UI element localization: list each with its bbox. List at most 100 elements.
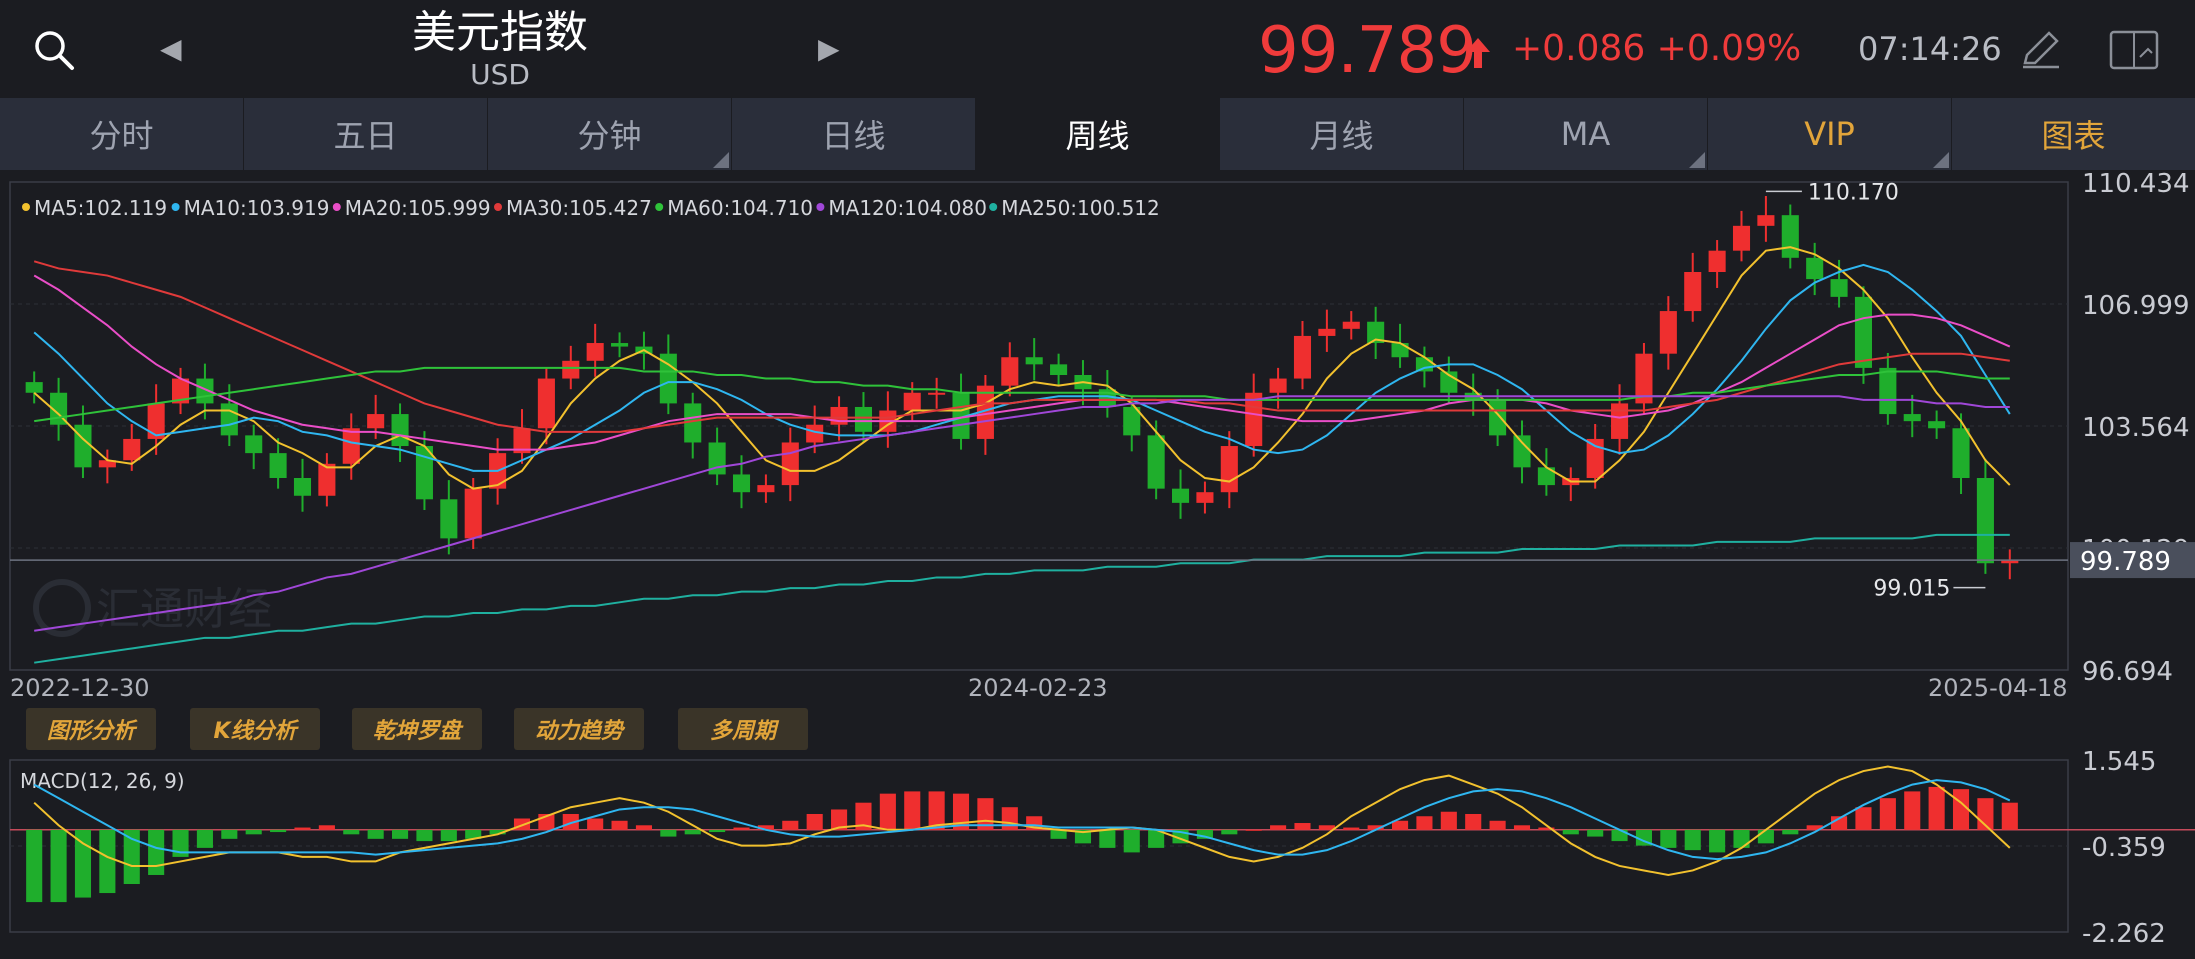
pencil-icon[interactable] [2012, 22, 2068, 78]
ma-legend-label: MA30:105.427 [506, 196, 652, 220]
candle [1732, 225, 1751, 251]
tab-weekly[interactable]: 周线 [976, 98, 1220, 170]
tab-five-day[interactable]: 五日 [244, 98, 488, 170]
candle [1611, 403, 1629, 439]
layout-icon[interactable] [2106, 22, 2162, 78]
macd-bar [392, 829, 409, 839]
candle [1781, 215, 1799, 258]
macd-bar [1952, 789, 1970, 830]
tab-chart[interactable]: 图表 [1952, 98, 2195, 170]
candle [1147, 435, 1165, 489]
macd-bar [99, 829, 116, 894]
y-tick-label: 106.999 [2082, 291, 2190, 321]
tab-label: 月线 [1309, 117, 1374, 155]
macd-bar [196, 829, 213, 848]
macd-bar [733, 827, 750, 830]
candle [854, 406, 872, 432]
main-panel-frame [9, 181, 2069, 671]
tab-monthly[interactable]: 月线 [1220, 98, 1464, 170]
macd-bar [1465, 813, 1482, 830]
candle [123, 438, 141, 461]
ma-legend-dot [655, 203, 664, 211]
candle [342, 428, 360, 464]
macd-bar [1782, 829, 1799, 835]
ma-legend-dot [494, 203, 502, 211]
macd-bar [270, 829, 287, 833]
instrument-code: USD [470, 58, 530, 91]
tab-vip[interactable]: VIP [1708, 98, 1952, 170]
y-tick-label: 110.434 [2082, 170, 2190, 199]
candle [1708, 250, 1726, 272]
dropdown-corner-icon [1689, 152, 1705, 168]
macd-bar [782, 820, 799, 830]
macd-bar [904, 791, 921, 830]
macd-bar [343, 829, 360, 835]
candle [1806, 257, 1824, 280]
qiankun-compass-button[interactable]: 乾坤罗盘 [352, 708, 482, 750]
macd-bar [1904, 791, 1921, 830]
ma-legend-dot [22, 203, 30, 211]
candle [318, 463, 336, 496]
candle [562, 360, 580, 379]
candle [1489, 399, 1507, 436]
y-tick-label: 96.694 [2082, 657, 2173, 687]
candle [391, 414, 409, 447]
macd-bar [611, 820, 628, 830]
timestamp: 07:14:26 [1858, 30, 2002, 68]
candle [269, 453, 287, 478]
next-arrow-icon[interactable]: ▶ [818, 32, 840, 65]
candle [1928, 421, 1946, 429]
candle [1391, 343, 1409, 358]
candle [1952, 428, 1970, 478]
search-icon[interactable] [26, 22, 82, 78]
ma250-line [34, 533, 2010, 664]
candle [1172, 488, 1190, 503]
macd-bar [1513, 825, 1531, 830]
tab-minute[interactable]: 分钟 [488, 98, 732, 170]
candle [1757, 215, 1775, 226]
momentum-trend-button[interactable]: 动力趋势 [514, 708, 644, 750]
candle [1830, 279, 1848, 297]
candle [440, 499, 458, 539]
chart-area[interactable]: 汇通财经110.434106.999103.564100.12996.694MA… [0, 170, 2195, 959]
tab-label: 图表 [2041, 117, 2106, 155]
macd-bar [440, 829, 457, 842]
candle [1269, 378, 1287, 393]
low-marker-label: 99.015 [1873, 577, 1950, 602]
tab-label: 日线 [821, 117, 886, 155]
candle [537, 378, 555, 429]
candle [74, 424, 92, 468]
tab-daily[interactable]: 日线 [732, 98, 976, 170]
ma-legend-dot [332, 203, 341, 211]
x-tick-label: 2025-04-18 [1928, 674, 2067, 702]
macd-y-tick-label: 1.545 [2082, 747, 2156, 777]
candle [1025, 357, 1043, 365]
top-bar: ◀ 美元指数 USD ▶ 99.789 +0.086 +0.09% 07:14:… [0, 0, 2195, 98]
candle [928, 392, 946, 395]
candle [367, 414, 385, 429]
page-title: 美元指数 [412, 7, 588, 58]
ma-legend-label: MA60:104.710 [667, 196, 813, 220]
macd-bar [1270, 825, 1287, 830]
ma-legend-dot [816, 203, 825, 211]
candle [1220, 446, 1238, 493]
prev-arrow-icon[interactable]: ◀ [160, 32, 182, 65]
tab-label: 五日 [333, 117, 398, 155]
high-marker-label: 110.170 [1808, 180, 1899, 205]
candle [1854, 296, 1872, 368]
kline-analysis-button[interactable]: K线分析 [190, 708, 320, 750]
ma120-line [34, 395, 2010, 632]
macd-y-tick-label: -0.359 [2082, 833, 2166, 863]
period-tabs: 分时 五日 分钟 日线 周线 月线 MA VIP 图表 [0, 98, 2195, 170]
multi-period-button[interactable]: 多周期 [678, 708, 808, 750]
x-tick-label: 2024-02-23 [968, 674, 1107, 702]
macd-bar [684, 829, 701, 835]
tab-ma[interactable]: MA [1464, 98, 1708, 170]
macd-bar [806, 813, 823, 830]
last-price: 99.789 [1258, 14, 1477, 88]
pattern-analysis-button[interactable]: 图形分析 [26, 708, 156, 750]
dropdown-corner-icon [1933, 152, 1949, 168]
tab-intraday[interactable]: 分时 [0, 98, 244, 170]
ma-legend-dot [171, 203, 180, 211]
macd-bar [245, 829, 262, 835]
